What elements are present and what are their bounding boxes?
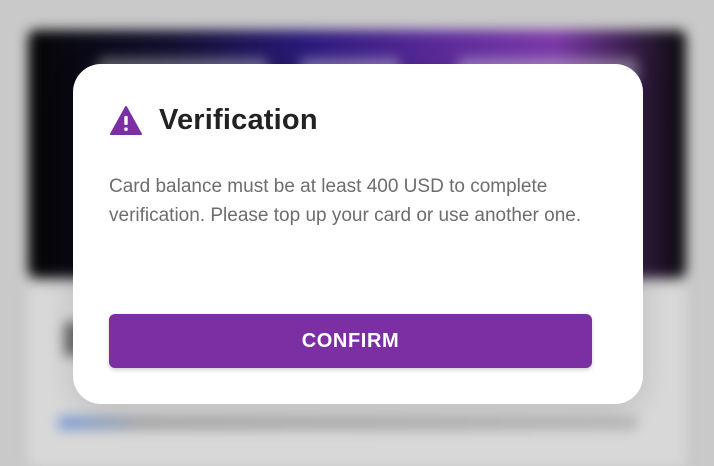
background-text-line xyxy=(58,416,638,430)
confirm-button[interactable]: CONFIRM xyxy=(109,314,592,368)
dialog-message: Card balance must be at least 400 USD to… xyxy=(109,176,582,226)
dialog-header: Verification xyxy=(109,104,318,137)
verification-dialog: Verification Card balance must be at lea… xyxy=(73,64,643,404)
warning-icon xyxy=(109,105,143,137)
dialog-title: Verification xyxy=(159,104,318,136)
